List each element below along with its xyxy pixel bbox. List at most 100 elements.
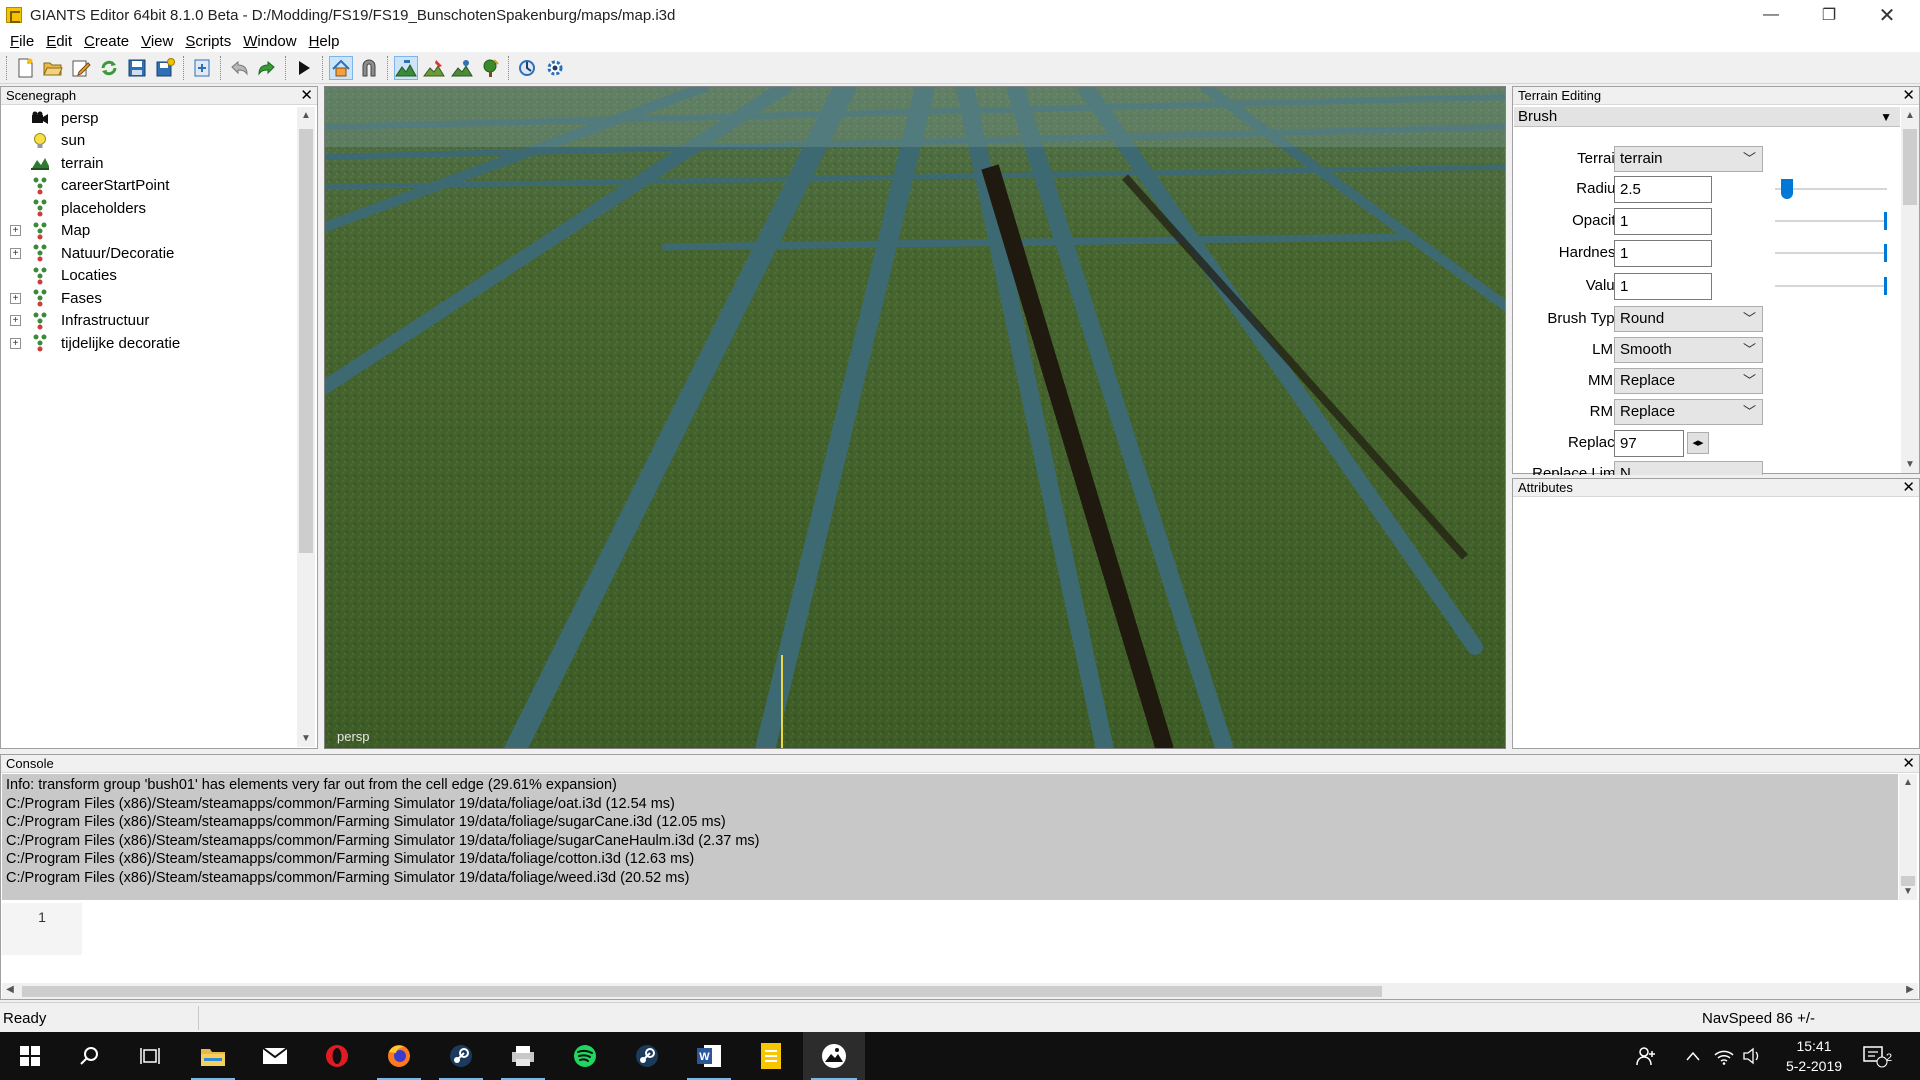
opacity-slider[interactable] xyxy=(1775,212,1887,230)
scroll-up-arrow[interactable]: ▲ xyxy=(1902,110,1918,121)
brush-type-select[interactable]: Round ﹀ xyxy=(1614,306,1763,332)
scroll-up-arrow[interactable]: ▲ xyxy=(1900,777,1916,788)
new-file-icon[interactable] xyxy=(13,56,37,80)
tree-item-terrain[interactable]: terrain xyxy=(1,152,297,175)
scenegraph-scrollbar[interactable]: ▲ ▼ xyxy=(297,107,315,747)
terrain-select-icon[interactable] xyxy=(329,55,353,80)
hardness-input[interactable]: 1 xyxy=(1614,240,1712,267)
file-explorer-icon[interactable] xyxy=(183,1032,243,1080)
expand-toggle[interactable]: + xyxy=(10,247,21,259)
settings-icon[interactable] xyxy=(543,56,567,80)
slider-thumb[interactable] xyxy=(1884,277,1887,295)
tree-item-persp[interactable]: persp xyxy=(1,107,297,130)
hardness-slider[interactable] xyxy=(1775,244,1887,262)
notes-icon[interactable] xyxy=(741,1032,801,1080)
firefox-icon[interactable] xyxy=(369,1032,429,1080)
scroll-down-arrow[interactable]: ▼ xyxy=(1902,459,1918,470)
steam-icon[interactable] xyxy=(431,1032,491,1080)
console-horizontal-scrollbar[interactable]: ◀ ▶ xyxy=(2,983,1918,999)
task-view-icon[interactable] xyxy=(120,1032,180,1080)
radius-input[interactable]: 2.5 xyxy=(1614,176,1712,203)
slider-thumb[interactable] xyxy=(1884,244,1887,262)
scrollbar-thumb[interactable] xyxy=(22,986,1382,997)
giants-editor-icon[interactable] xyxy=(803,1032,865,1080)
scrollbar-thumb[interactable] xyxy=(299,129,313,553)
radius-slider[interactable] xyxy=(1775,179,1887,199)
mail-icon[interactable] xyxy=(245,1032,305,1080)
menu-edit[interactable]: Edit xyxy=(40,33,78,50)
opacity-input[interactable]: 1 xyxy=(1614,208,1712,235)
scroll-right-arrow[interactable]: ▶ xyxy=(1902,984,1918,995)
lmb-select[interactable]: Smooth ﹀ xyxy=(1614,337,1763,363)
menu-window[interactable]: Window xyxy=(237,33,302,50)
rmb-select[interactable]: Replace ﹀ xyxy=(1614,399,1763,425)
close-window-button[interactable]: ✕ xyxy=(1858,0,1916,30)
value-slider[interactable] xyxy=(1775,277,1887,295)
export-icon[interactable] xyxy=(190,56,214,80)
expand-toggle[interactable]: + xyxy=(10,292,21,304)
tree-item-placeholders[interactable]: placeholders xyxy=(1,197,297,220)
undo-icon[interactable] xyxy=(227,56,251,80)
menu-file[interactable]: File xyxy=(4,33,40,50)
maximize-button[interactable]: ❐ xyxy=(1800,0,1858,30)
word-icon[interactable]: W xyxy=(679,1032,739,1080)
system-clock[interactable]: 15:41 5-2-2019 xyxy=(1770,1036,1858,1076)
expand-toggle[interactable]: + xyxy=(10,315,21,327)
expand-toggle[interactable]: + xyxy=(10,225,21,237)
paint-texture-icon[interactable] xyxy=(422,56,446,80)
console-scrollbar[interactable]: ▲ ▼ xyxy=(1899,774,1917,900)
tree-item-tijdelijke-decoratie[interactable]: + tijdelijke decoratie xyxy=(1,332,297,355)
edit-file-icon[interactable] xyxy=(69,56,93,80)
value-input[interactable]: 1 xyxy=(1614,273,1712,300)
brush-section-header[interactable]: Brush ▼ xyxy=(1514,107,1900,127)
scroll-left-arrow[interactable]: ◀ xyxy=(2,984,18,995)
search-icon[interactable] xyxy=(60,1032,120,1080)
scrollbar-thumb[interactable] xyxy=(1901,876,1915,886)
scroll-down-arrow[interactable]: ▼ xyxy=(1900,886,1916,897)
steam-icon[interactable] xyxy=(617,1032,677,1080)
close-panel-button[interactable]: ✕ xyxy=(1902,755,1915,773)
scroll-up-arrow[interactable]: ▲ xyxy=(298,110,314,121)
volume-icon[interactable] xyxy=(1742,1032,1766,1080)
terrain-editing-scrollbar[interactable]: ▲ ▼ xyxy=(1901,107,1919,473)
scrollbar-thumb[interactable] xyxy=(1903,129,1917,205)
wifi-icon[interactable] xyxy=(1714,1032,1738,1080)
tree-item-fases[interactable]: + Fases xyxy=(1,287,297,310)
opera-icon[interactable] xyxy=(307,1032,367,1080)
script-input-editor[interactable]: 1 xyxy=(2,903,1918,955)
notification-center-icon[interactable]: 2 xyxy=(1862,1032,1902,1080)
tree-item-natuur-decoratie[interactable]: + Natuur/Decoratie xyxy=(1,242,297,265)
3d-viewport[interactable]: persp xyxy=(324,86,1506,749)
minimize-button[interactable]: — xyxy=(1742,0,1800,30)
tree-item-locaties[interactable]: Locaties xyxy=(1,265,297,288)
close-panel-button[interactable]: ✕ xyxy=(1902,87,1915,105)
menu-help[interactable]: Help xyxy=(303,33,346,50)
foliage-paint-icon[interactable] xyxy=(450,56,474,80)
terrain-sculpt-icon[interactable] xyxy=(394,55,418,80)
tree-item-map[interactable]: + Map xyxy=(1,220,297,243)
close-panel-button[interactable]: ✕ xyxy=(300,87,313,105)
close-panel-button[interactable]: ✕ xyxy=(1902,479,1915,497)
tree-paint-icon[interactable] xyxy=(478,56,502,80)
save-icon[interactable] xyxy=(125,56,149,80)
menu-create[interactable]: Create xyxy=(78,33,135,50)
printer-icon[interactable] xyxy=(493,1032,553,1080)
tree-item-infrastructuur[interactable]: + Infrastructuur xyxy=(1,310,297,333)
tree-item-sun[interactable]: sun xyxy=(1,130,297,153)
replace-input[interactable]: 97 xyxy=(1614,430,1684,457)
rotate-scene-icon[interactable] xyxy=(515,56,539,80)
magnet-icon[interactable] xyxy=(357,56,381,80)
replace-limit-select[interactable]: N... xyxy=(1614,461,1763,475)
slider-thumb[interactable] xyxy=(1884,212,1887,230)
reload-icon[interactable] xyxy=(97,56,121,80)
windows-start-icon[interactable] xyxy=(0,1032,60,1080)
people-icon[interactable] xyxy=(1636,1032,1666,1080)
menu-scripts[interactable]: Scripts xyxy=(179,33,237,50)
spin-arrows-icon[interactable]: ◂▸ xyxy=(1687,432,1709,454)
menu-view[interactable]: View xyxy=(135,33,179,50)
open-file-icon[interactable] xyxy=(41,56,65,80)
terrain-select[interactable]: terrain ﹀ xyxy=(1614,146,1763,172)
save-as-icon[interactable] xyxy=(153,56,177,80)
collapse-triangle-icon[interactable]: ▼ xyxy=(1880,107,1892,127)
play-icon[interactable] xyxy=(292,56,316,80)
